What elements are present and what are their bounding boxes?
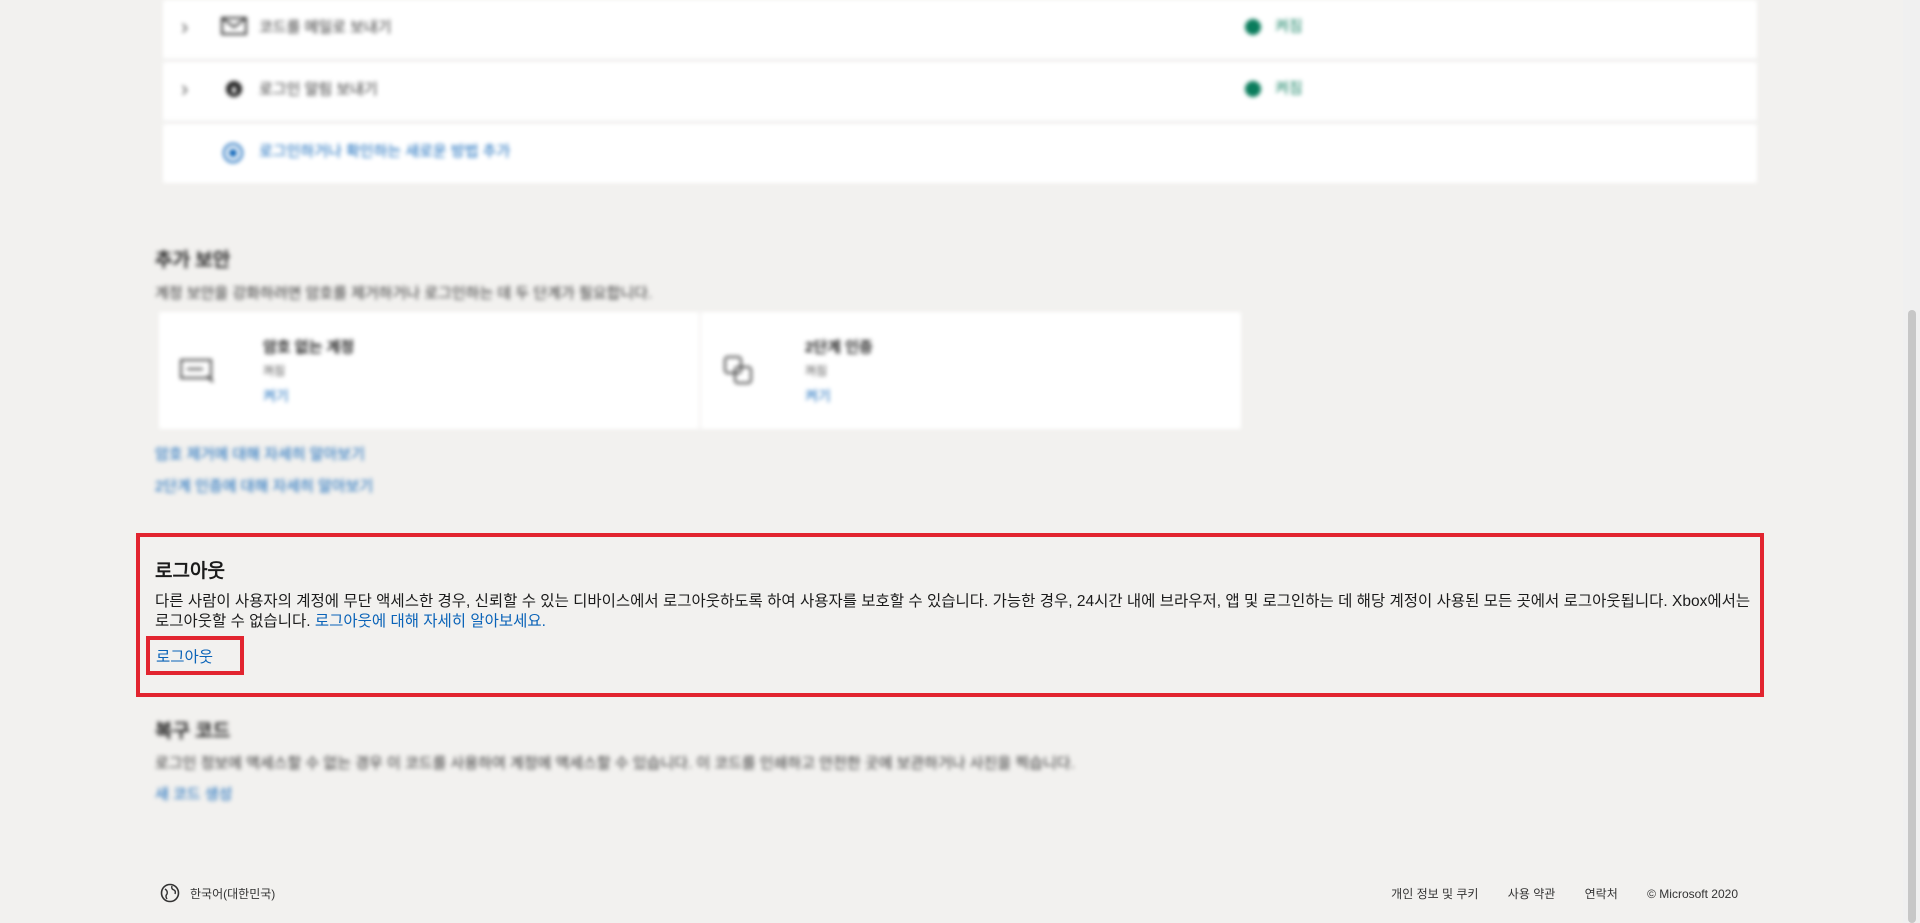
chevron-right-icon[interactable]: ›: [181, 14, 188, 40]
logout-button[interactable]: 로그아웃: [156, 645, 213, 667]
scrollbar-thumb[interactable]: [1908, 310, 1916, 923]
privacy-cookies-link[interactable]: 개인 정보 및 쿠키: [1391, 887, 1478, 901]
recovery-code-title: 복구 코드: [155, 721, 231, 742]
generate-new-code-link[interactable]: 새 코드 생성: [155, 783, 232, 804]
method-status: 켜짐: [1275, 18, 1303, 35]
add-method-link[interactable]: 로그인하거나 확인하는 새로운 방법 추가: [259, 140, 510, 161]
lock-icon: [226, 81, 242, 97]
passwordless-icon: [180, 359, 214, 383]
chevron-right-icon[interactable]: ›: [181, 76, 188, 102]
card-title: 2단계 인증: [805, 339, 873, 356]
two-step-card[interactable]: 2단계 인증 꺼짐 켜기: [701, 312, 1241, 429]
terms-of-use-link[interactable]: 사용 약관: [1508, 887, 1556, 901]
sign-in-methods-list: › 코드를 메일로 보내기 켜짐 › 로그인 알림 보내기 켜짐 로그인하거나 …: [163, 0, 1757, 186]
add-circle-icon: [223, 143, 243, 163]
logout-title: 로그아웃: [155, 561, 225, 582]
globe-icon: [160, 883, 180, 903]
logout-learn-more-link[interactable]: 로그아웃에 대해 자세히 알아보세요.: [315, 613, 546, 630]
method-status: 켜짐: [1275, 80, 1303, 97]
passwordless-card[interactable]: 암호 없는 계정 꺼짐 켜기: [159, 312, 699, 429]
card-state: 꺼짐: [263, 364, 286, 378]
additional-security-title: 추가 보안: [155, 250, 231, 271]
turn-on-link[interactable]: 켜기: [805, 386, 831, 406]
two-step-icon: [724, 356, 752, 384]
status-dot: [1245, 81, 1261, 97]
add-method-row[interactable]: 로그인하거나 확인하는 새로운 방법 추가: [163, 124, 1757, 183]
card-state: 꺼짐: [805, 364, 828, 378]
method-row-sign-in-alert[interactable]: › 로그인 알림 보내기 켜짐: [163, 62, 1757, 122]
additional-security-description: 계정 보안을 강화하려면 암호를 제거하거나 로그인하는 데 두 단계가 필요합…: [155, 285, 653, 302]
vertical-scrollbar[interactable]: [1903, 0, 1920, 923]
method-label: 로그인 알림 보내기: [259, 81, 378, 98]
method-row-email-code[interactable]: › 코드를 메일로 보내기 켜짐: [163, 0, 1757, 60]
turn-on-link[interactable]: 켜기: [263, 386, 289, 406]
learn-two-step-link[interactable]: 2단계 인증에 대해 자세히 알아보기: [155, 475, 373, 496]
mail-icon: [221, 17, 247, 35]
learn-passwordless-link[interactable]: 암호 제거에 대해 자세히 알아보기: [155, 443, 365, 464]
card-title: 암호 없는 계정: [263, 339, 355, 356]
copyright: © Microsoft 2020: [1647, 887, 1738, 901]
logout-description: 다른 사람이 사용자의 계정에 무단 액세스한 경우, 신뢰할 수 있는 디바이…: [155, 592, 1765, 632]
recovery-code-description: 로그인 정보에 액세스할 수 없는 경우 이 코드를 사용하여 계정에 액세스할…: [155, 755, 1075, 772]
method-label: 코드를 메일로 보내기: [259, 19, 392, 36]
contact-link[interactable]: 연락처: [1585, 887, 1618, 901]
status-dot: [1245, 19, 1261, 35]
footer-links: 개인 정보 및 쿠키 사용 약관 연락처 © Microsoft 2020: [1365, 885, 1738, 902]
language-selector[interactable]: 한국어(대한민국): [190, 885, 275, 902]
